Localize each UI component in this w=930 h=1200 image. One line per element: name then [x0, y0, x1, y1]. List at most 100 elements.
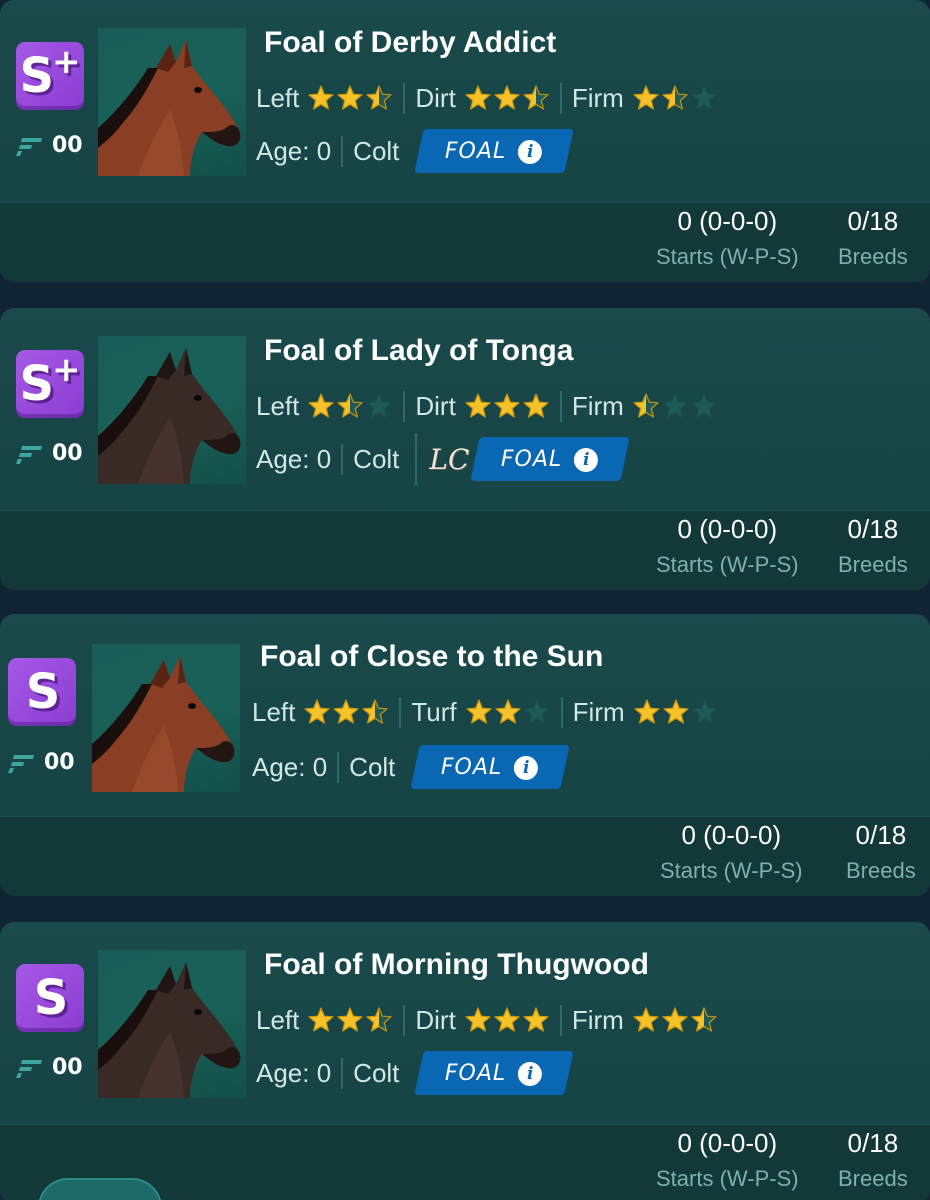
attribute-dirt: Dirt: [403, 1004, 559, 1036]
star-icon: [337, 85, 363, 110]
foal-button[interactable]: FOAL i: [414, 1051, 575, 1095]
attribute-firm: Firm: [559, 1004, 728, 1036]
horse-card[interactable]: S 00 Foal of Close to the Sun Left Turf Fi…: [0, 614, 930, 896]
speed-value: 00: [52, 1055, 83, 1080]
star-rating: [307, 84, 393, 112]
sex-label: Colt: [341, 1057, 415, 1089]
attribute-label: Dirt: [415, 390, 456, 421]
star-icon: [494, 393, 520, 418]
horse-name[interactable]: Foal of Lady of Tonga: [264, 334, 573, 368]
horse-card[interactable]: S + 00 Foal of Derby Addict Left Dirt Firm …: [0, 0, 930, 282]
horse-name[interactable]: Foal of Close to the Sun: [260, 640, 603, 674]
star-icon: [308, 393, 334, 418]
sex-label: Colt: [341, 443, 415, 475]
speed-value: 00: [52, 133, 83, 158]
starts-label: Starts (W-P-S): [656, 1166, 799, 1191]
horse-name[interactable]: Foal of Derby Addict: [264, 26, 556, 60]
lc-badge[interactable]: LC: [415, 433, 471, 485]
star-icon: [633, 393, 659, 418]
foal-label: FOAL: [445, 1060, 508, 1086]
info-row: Age: 0 Colt LC FOAL i: [256, 433, 631, 485]
attribute-label: Firm: [571, 82, 624, 113]
grade-badge: S +: [16, 350, 84, 418]
speed-rating: 00: [16, 133, 83, 158]
starts-label: Starts (W-P-S): [656, 552, 799, 577]
speed-stripes-icon: [16, 445, 42, 464]
star-icon: [662, 85, 688, 110]
star-rating: [307, 1006, 393, 1034]
foal-button[interactable]: FOAL i: [414, 129, 575, 173]
breeds-label: Breeds: [846, 858, 916, 883]
attribute-dirt: Dirt: [403, 82, 559, 114]
star-rating: [632, 84, 718, 112]
foal-button[interactable]: FOAL i: [410, 745, 571, 789]
foal-button[interactable]: FOAL i: [470, 437, 631, 481]
star-icon: [691, 85, 717, 110]
attribute-left: Left: [256, 391, 403, 422]
starts-stat: 0 (0-0-0) Starts (W-P-S): [656, 514, 799, 578]
star-rating: [464, 84, 550, 112]
star-icon: [308, 1007, 334, 1032]
star-rating: [464, 1006, 550, 1034]
breeds-stat: 0/18 Breeds: [838, 206, 908, 270]
attribute-label: Turf: [411, 696, 457, 727]
horse-portrait[interactable]: [98, 28, 246, 176]
star-icon: [662, 1007, 688, 1032]
info-icon[interactable]: i: [515, 755, 540, 779]
starts-stat: 0 (0-0-0) Starts (W-P-S): [656, 206, 799, 270]
info-icon[interactable]: i: [519, 139, 544, 163]
breeds-value: 0/18: [855, 820, 907, 850]
attribute-firm: Firm: [560, 696, 729, 728]
info-row: Age: 0 Colt FOAL i: [256, 1050, 575, 1096]
horse-portrait[interactable]: [98, 950, 246, 1098]
horse-portrait[interactable]: [92, 644, 240, 792]
star-icon: [366, 1007, 392, 1032]
attribute-firm: Firm: [559, 82, 728, 114]
starts-value: 0 (0-0-0): [677, 206, 778, 236]
star-icon: [633, 1007, 659, 1032]
star-icon: [494, 1007, 520, 1032]
horse-list: S + 00 Foal of Derby Addict Left Dirt Firm …: [0, 0, 930, 1200]
star-icon: [663, 699, 689, 724]
floating-action-button[interactable]: [38, 1178, 162, 1200]
starts-value: 0 (0-0-0): [681, 820, 782, 850]
speed-stripes-icon: [8, 754, 34, 773]
grade-badge: S: [8, 658, 76, 726]
attribute-firm: Firm: [559, 390, 728, 422]
breeds-label: Breeds: [838, 1166, 908, 1191]
star-rating: [632, 392, 718, 420]
horse-name[interactable]: Foal of Morning Thugwood: [264, 948, 649, 982]
attribute-label: Dirt: [415, 82, 456, 113]
attribute-row: Left Dirt Firm: [256, 1000, 728, 1040]
horse-card[interactable]: S 00 Foal of Morning Thugwood Left Dirt Fi…: [0, 922, 930, 1200]
horse-head-image: [98, 40, 241, 176]
horse-head-image: [98, 962, 241, 1098]
info-row: Age: 0 Colt FOAL i: [256, 128, 575, 174]
star-rating: [632, 1006, 718, 1034]
star-rating: [303, 698, 389, 726]
attribute-row: Left Dirt Firm: [256, 386, 728, 426]
speed-rating: 00: [16, 441, 83, 466]
age-label: Age: 0: [252, 751, 328, 782]
starts-stat: 0 (0-0-0) Starts (W-P-S): [656, 1128, 799, 1192]
age-label: Age: 0: [256, 1057, 332, 1088]
breeds-value: 0/18: [847, 1128, 899, 1158]
attribute-label: Firm: [571, 1004, 624, 1035]
info-icon[interactable]: i: [575, 447, 600, 471]
star-icon: [523, 1007, 549, 1032]
attribute-row: Left Turf Firm: [252, 692, 729, 732]
speed-stripes-icon: [16, 1059, 42, 1078]
attribute-turf: Turf: [399, 696, 560, 728]
star-icon: [662, 393, 688, 418]
info-icon[interactable]: i: [519, 1061, 544, 1085]
breeds-stat: 0/18 Breeds: [846, 820, 916, 884]
info-row: Age: 0 Colt FOAL i: [252, 744, 571, 790]
breeds-value: 0/18: [847, 514, 899, 544]
star-icon: [308, 85, 334, 110]
foal-label: FOAL: [441, 754, 504, 780]
horse-card[interactable]: S + 00 Foal of Lady of Tonga Left Dirt Firm…: [0, 308, 930, 590]
star-rating: [307, 392, 393, 420]
horse-portrait[interactable]: [98, 336, 246, 484]
horse-head-image: [92, 656, 235, 792]
foal-label: FOAL: [445, 138, 508, 164]
